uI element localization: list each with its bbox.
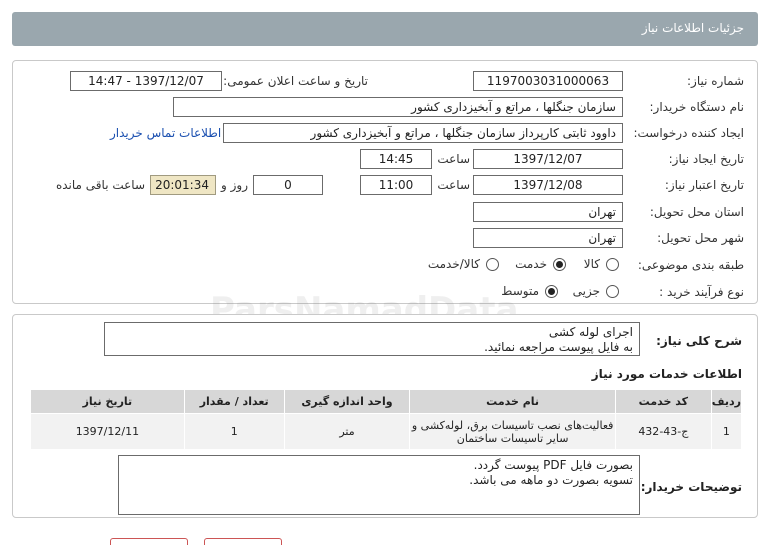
col-row: ردیف [710,389,743,414]
col-unit: واحد اندازه گیری [283,389,411,414]
cell-row: 1 [710,413,743,450]
cell-code: ج-43-432 [614,413,712,450]
days-label: روز و [221,178,248,192]
requester-field[interactable]: داوود ثابتی کارپرداز سازمان جنگلها ، مرا… [223,123,623,143]
services-header-row: ردیف کد خدمت نام خدمت واحد اندازه گیری ت… [30,389,743,414]
summary-label: شرح کلی نیاز: [656,334,742,348]
created-date-field[interactable]: 1397/12/07 [473,149,623,169]
buyer-contact-link[interactable]: اطلاعات تماس خریدار [110,126,221,140]
validity-date-field[interactable]: 1397/12/08 [473,175,623,195]
need-number-field[interactable]: 1197003031000063 [473,71,623,91]
category-goods-label: کالا [583,257,600,271]
validity-time-field[interactable]: 11:00 [360,175,432,195]
requester-label: ایجاد کننده درخواست: [633,126,744,140]
province-field[interactable]: تهران [473,202,623,222]
summary-textarea[interactable]: اجرای لوله کشی به فایل پیوست مراجعه نمائ… [104,322,640,356]
page-header: جزئیات اطلاعات نیاز [12,12,758,46]
buyer-notes-line-2: تسویه بصورت دو ماهه می باشد. [469,473,633,487]
process-partial-label: جزیی [572,284,600,298]
cell-qty: 1 [183,413,285,450]
announce-label: تاریخ و ساعت اعلان عمومی: [223,74,368,88]
process-medium-radio[interactable] [545,285,558,298]
col-name: نام خدمت [409,389,616,414]
summary-line-2: به فایل پیوست مراجعه نمائید. [484,340,633,354]
remaining-time-label: ساعت باقی مانده [55,178,145,192]
province-label: استان محل تحویل: [649,205,744,219]
created-date-label: تاریخ ایجاد نیاز: [668,152,744,166]
buyer-notes-line-1: بصورت فایل PDF پیوست گردد. [473,458,633,472]
city-field[interactable]: تهران [473,228,623,248]
services-title: اطلاعات خدمات مورد نیاز [591,367,742,381]
col-qty: تعداد / مقدار [183,389,285,414]
buyer-notes-label: توضیحات خریدار: [640,480,742,494]
created-time-field[interactable]: 14:45 [360,149,432,169]
category-goods-radio[interactable] [606,258,619,271]
process-label: نوع فرآیند خرید : [659,285,744,299]
cell-unit: متر [283,413,411,450]
col-date: تاریخ نیاز [30,389,185,414]
category-goods-service-radio[interactable] [486,258,499,271]
category-goods-service-label: کالا/خدمت [427,257,480,271]
page-title: جزئیات اطلاعات نیاز [641,21,744,35]
buyer-org-field[interactable]: سازمان جنگلها ، مراتع و آبخیزداری کشور [173,97,623,117]
process-medium-label: متوسط [501,284,539,298]
buyer-notes-textarea[interactable]: بصورت فایل PDF پیوست گردد. تسویه بصورت د… [118,455,640,515]
validity-date-label: تاریخ اعتبار نیاز: [664,178,744,192]
remaining-time-field: 20:01:34 [150,175,216,195]
category-label: طبقه بندی موضوعی: [637,258,744,272]
cell-date: 1397/12/11 [30,413,185,450]
category-service-radio[interactable] [553,258,566,271]
process-partial-radio[interactable] [606,285,619,298]
need-number-label: شماره نیاز: [687,74,744,88]
buyer-org-label: نام دستگاه خریدار: [649,100,745,114]
created-time-label: ساعت [437,152,470,166]
col-code: کد خدمت [614,389,712,414]
cell-name: فعالیت‌های نصب تاسیسات برق، لوله‌کشی و س… [409,413,616,450]
remaining-days-field[interactable]: 0 [253,175,323,195]
announce-datetime-field[interactable]: 1397/12/07 - 14:47 [70,71,222,91]
bottom-action-button-1[interactable] [110,538,188,545]
bottom-action-button-2[interactable] [204,538,282,545]
validity-time-label: ساعت [437,178,470,192]
city-label: شهر محل تحویل: [657,231,744,245]
summary-line-1: اجرای لوله کشی [548,325,633,339]
table-row[interactable]: 1 ج-43-432 فعالیت‌های نصب تاسیسات برق، ل… [30,413,743,450]
category-service-label: خدمت [515,257,547,271]
services-table: ردیف کد خدمت نام خدمت واحد اندازه گیری ت… [30,389,743,450]
